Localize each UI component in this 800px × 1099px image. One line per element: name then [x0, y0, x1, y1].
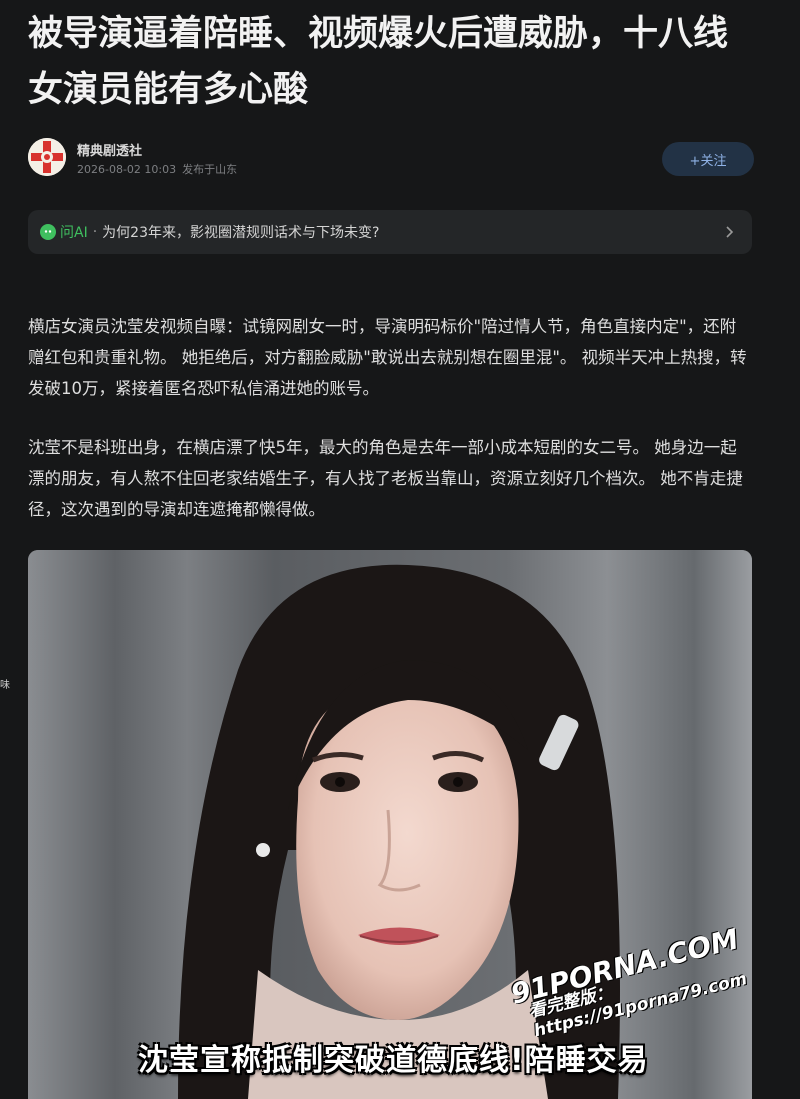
follow-button[interactable]: +关注: [662, 142, 754, 176]
article-title: 被导演逼着陪睡、视频爆火后遭威胁，十八线女演员能有多心酸: [28, 14, 729, 110]
ai-logo-icon: [40, 224, 56, 240]
video-frame-image: [28, 550, 752, 1099]
article-page: 被导演逼着陪睡、视频爆火后遭威胁，十八线女演员能有多心酸 精典剧透社 2026-…: [0, 0, 800, 1099]
author-row: 精典剧透社 2026-08-02 10:03 发布于山东 +关注: [28, 138, 754, 180]
ai-separator: ·: [92, 224, 98, 240]
author-name[interactable]: 精典剧透社: [77, 140, 142, 159]
chevron-right-icon: [726, 226, 734, 238]
publish-date: 2026-08-02 10:03: [77, 163, 177, 176]
author-meta: 2026-08-02 10:03 发布于山东: [77, 161, 243, 177]
ask-ai-bar[interactable]: 问AI · 为何23年来，影视圈潜规则话术与下场未变?: [28, 210, 752, 254]
ai-question: 为何23年来，影视圈潜规则话术与下场未变?: [102, 225, 380, 241]
body-paragraph: 沈莹不是科班出身，在横店漂了快5年，最大的角色是去年一部小成本短剧的女二号。 她…: [28, 438, 743, 519]
ai-label: 问AI: [60, 225, 88, 241]
body-paragraph: 横店女演员沈莹发视频自曝：试镜网剧女一时，导演明码标价"陪过情人节，角色直接内定…: [28, 317, 747, 398]
video-player[interactable]: 91PORNA.COM 看完整版：https://91porna79.com 沈…: [28, 550, 752, 1099]
publish-location: 发布于山东: [182, 163, 238, 176]
author-avatar[interactable]: [28, 138, 66, 176]
edge-glyph: 味: [0, 680, 10, 691]
video-subtitle: 沈莹宣称抵制突破道德底线!陪睡交易: [138, 1043, 649, 1078]
